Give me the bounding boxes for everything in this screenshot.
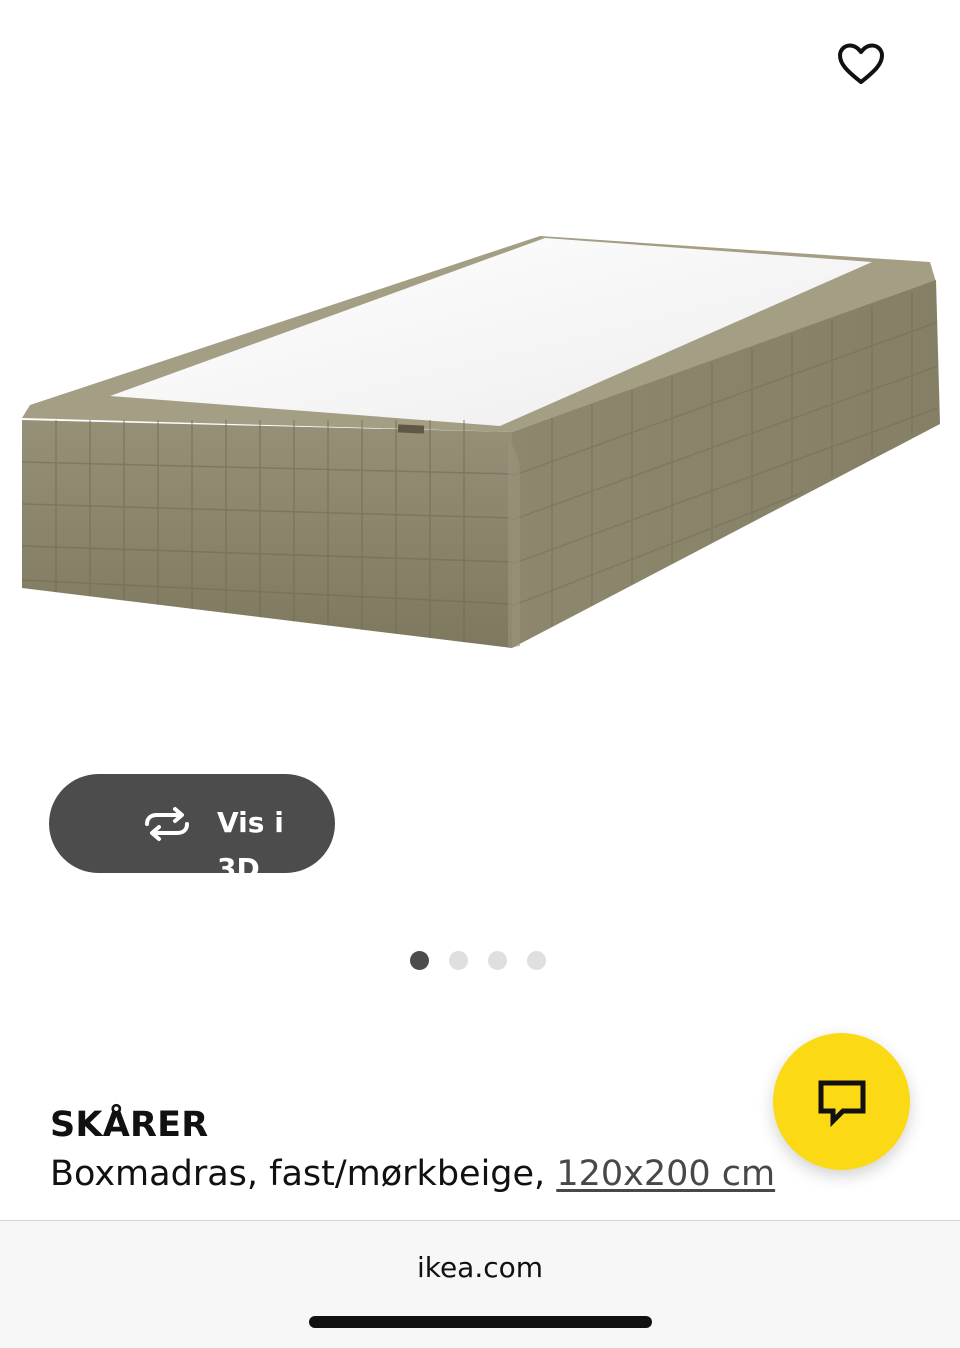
view-3d-label: Vis i 3D (217, 806, 284, 885)
gallery-pagination (410, 951, 546, 970)
product-name: SKÅRER (50, 1105, 209, 1145)
size-link[interactable]: 120x200 cm (556, 1154, 775, 1194)
browser-address-bar: ikea.com (0, 1220, 960, 1348)
view-3d-button[interactable]: Vis i 3D (49, 774, 335, 885)
gallery-dot-2[interactable] (449, 951, 468, 970)
product-page: Vis i 3D SKÅRER Boxmadras, fast/mørkbeig… (0, 0, 960, 1348)
browser-url[interactable]: ikea.com (0, 1251, 960, 1284)
favorite-button[interactable] (832, 35, 890, 93)
product-description: Boxmadras, fast/mørkbeige, 120x200 cm (50, 1150, 775, 1198)
mattress-tag (397, 424, 425, 434)
rotate-arrows-icon (145, 807, 189, 841)
product-description-text: Boxmadras, fast/mørkbeige, (50, 1154, 557, 1194)
speech-bubble-icon (818, 1080, 865, 1127)
product-image[interactable] (0, 150, 960, 790)
gallery-dot-4[interactable] (527, 951, 546, 970)
home-indicator[interactable] (309, 1316, 652, 1328)
gallery-dot-3[interactable] (488, 951, 507, 970)
chat-button[interactable] (773, 1033, 910, 1170)
heart-outline-icon (838, 43, 884, 84)
mattress-front (22, 420, 512, 648)
gallery-dot-1[interactable] (410, 951, 429, 970)
